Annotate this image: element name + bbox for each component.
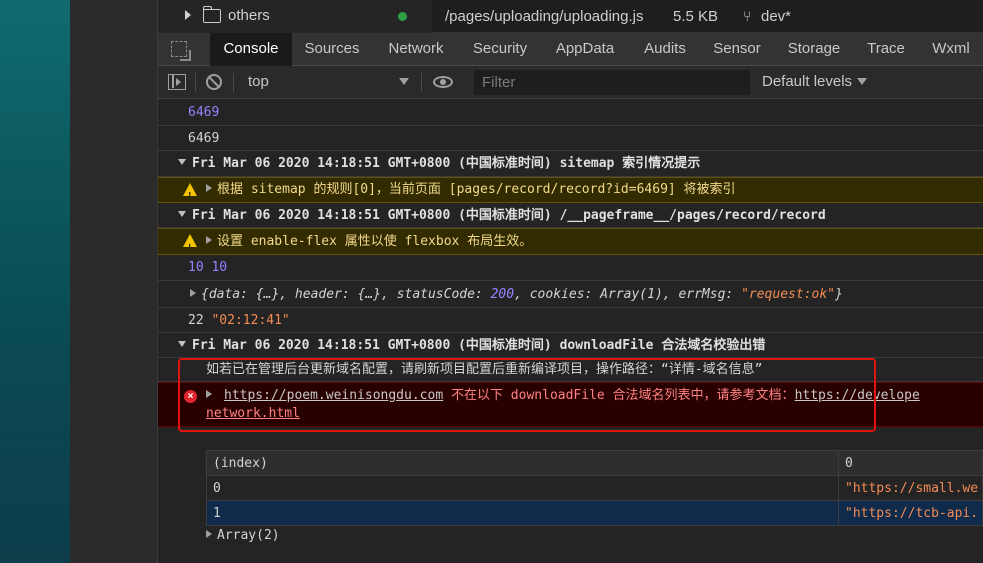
error-icon: × bbox=[184, 390, 197, 403]
docs-link-continued[interactable]: network.html bbox=[206, 406, 300, 421]
table-header-cell[interactable]: (index) bbox=[206, 450, 839, 476]
console-log-row: 6469 bbox=[158, 126, 983, 151]
collapse-arrow-icon[interactable] bbox=[178, 211, 186, 217]
console-table: (index) 0 0 "https://small.we 1 "https:/… bbox=[206, 450, 983, 526]
info-text: 如若已在管理后台更新域名配置，请刷新项目配置后重新编译项目，操作路径：“详情-域… bbox=[206, 362, 763, 377]
collapse-arrow-icon[interactable] bbox=[178, 341, 186, 347]
log-levels-dropdown[interactable]: Default levels bbox=[762, 73, 852, 90]
console-error-row: × https://poem.weinisongdu.com 不在以下 down… bbox=[158, 382, 983, 427]
collapse-arrow-icon[interactable] bbox=[178, 159, 186, 165]
array-preview[interactable]: Array(2) bbox=[206, 528, 280, 543]
console-toolbar: top Default levels bbox=[158, 66, 983, 99]
divider bbox=[233, 73, 234, 92]
folder-icon bbox=[202, 6, 221, 23]
table-cell: "https://small.we bbox=[838, 475, 983, 501]
context-selector[interactable]: top bbox=[248, 73, 269, 90]
table-header-cell[interactable]: 0 bbox=[838, 450, 983, 476]
inspect-icon[interactable] bbox=[171, 41, 191, 61]
tab-storage[interactable]: Storage bbox=[782, 33, 846, 66]
console-log-row: 如若已在管理后台更新域名配置，请刷新项目配置后重新编译项目，操作路径：“详情-域… bbox=[158, 358, 983, 382]
group-title: Fri Mar 06 2020 14:18:51 GMT+0800 (中国标准时… bbox=[192, 156, 701, 171]
table-cell: 0 bbox=[206, 475, 839, 501]
show-sidebar-icon[interactable] bbox=[168, 74, 186, 90]
console-output: 6469 6469 Fri Mar 06 2020 14:18:51 GMT+0… bbox=[158, 100, 983, 563]
tree-item-label: others bbox=[228, 7, 270, 24]
chevron-down-icon[interactable] bbox=[399, 78, 409, 85]
log-string: "02:12:41" bbox=[211, 313, 290, 328]
warning-code: enable-flex bbox=[250, 234, 337, 249]
expand-arrow-icon[interactable] bbox=[206, 390, 212, 398]
console-log-row: 22 "02:12:41" bbox=[158, 308, 983, 333]
object-preview: } bbox=[834, 287, 843, 302]
divider bbox=[195, 73, 196, 92]
console-warning-row: 设置 enable-flex 属性以使 flexbox 布局生效。 bbox=[158, 228, 983, 261]
console-log-row: 6469 bbox=[158, 100, 983, 126]
group-title: Fri Mar 06 2020 14:18:51 GMT+0800 (中国标准时… bbox=[192, 338, 766, 353]
object-preview: , cookies: Array(1), errMsg: bbox=[514, 287, 742, 302]
expand-arrow-icon[interactable] bbox=[185, 10, 191, 20]
table-row[interactable]: 1 "https://tcb-api. bbox=[206, 500, 983, 526]
status-dot bbox=[398, 12, 407, 21]
console-group-header[interactable]: Fri Mar 06 2020 14:18:51 GMT+0800 (中国标准时… bbox=[158, 203, 983, 228]
chevron-down-icon[interactable] bbox=[857, 78, 867, 85]
error-text: 不在以下 downloadFile 合法域名列表中，请参考文档： bbox=[443, 388, 795, 403]
console-warning-row: 根据 sitemap 的规则[0]，当前页面 [pages/record/rec… bbox=[158, 177, 983, 209]
console-object-row[interactable]: {data: {…}, header: {…}, statusCode: 200… bbox=[158, 281, 983, 308]
table-cell: 1 bbox=[206, 500, 839, 526]
expand-arrow-icon[interactable] bbox=[206, 236, 212, 244]
status-code: 200 bbox=[490, 287, 515, 302]
warning-icon bbox=[183, 183, 197, 209]
tab-wxml[interactable]: Wxml bbox=[924, 33, 978, 66]
expand-arrow-icon[interactable] bbox=[206, 530, 212, 538]
table-row[interactable]: 0 "https://small.we bbox=[206, 475, 983, 501]
console-group-header[interactable]: Fri Mar 06 2020 14:18:51 GMT+0800 (中国标准时… bbox=[158, 151, 983, 177]
table-header-row: (index) 0 bbox=[206, 450, 983, 476]
tab-security[interactable]: Security bbox=[466, 33, 534, 66]
warning-code: flexbox bbox=[404, 234, 460, 249]
file-size: 5.5 KB bbox=[673, 8, 719, 25]
tab-trace[interactable]: Trace bbox=[860, 33, 912, 66]
file-path: /pages/uploading/uploading.js bbox=[445, 8, 644, 25]
console-group-header[interactable]: Fri Mar 06 2020 14:18:51 GMT+0800 (中国标准时… bbox=[158, 333, 983, 358]
warning-text-mid: 属性以使 bbox=[336, 234, 405, 249]
file-tree-item[interactable]: others bbox=[158, 0, 432, 33]
clear-console-icon[interactable] bbox=[206, 74, 222, 90]
side-panel bbox=[70, 0, 158, 563]
object-preview: {data: {…}, header: {…}, statusCode: bbox=[201, 287, 491, 302]
table-cell: "https://tcb-api. bbox=[838, 500, 983, 526]
expand-arrow-icon[interactable] bbox=[206, 184, 212, 192]
tab-sources[interactable]: Sources bbox=[298, 33, 366, 66]
log-value: 6469 bbox=[188, 131, 220, 146]
warning-icon bbox=[183, 234, 197, 261]
divider bbox=[421, 73, 422, 92]
git-branch[interactable]: dev* bbox=[761, 8, 791, 25]
docs-link[interactable]: https://develope bbox=[795, 388, 920, 403]
log-value: 10 10 bbox=[188, 260, 228, 275]
error-url-link[interactable]: https://poem.weinisongdu.com bbox=[224, 388, 443, 403]
console-log-row: 10 10 bbox=[158, 255, 983, 281]
array-label: Array(2) bbox=[217, 528, 280, 543]
devtools-panel: others /pages/uploading/uploading.js 5.5… bbox=[158, 0, 983, 563]
warning-text-pre: 设置 bbox=[217, 234, 251, 249]
warning-text-post: 布局生效。 bbox=[459, 234, 533, 249]
log-value: 6469 bbox=[188, 105, 220, 120]
log-value: 22 bbox=[188, 313, 204, 328]
tab-network[interactable]: Network bbox=[380, 33, 452, 66]
expand-arrow-icon[interactable] bbox=[190, 289, 196, 297]
eye-icon[interactable] bbox=[433, 76, 453, 88]
filter-input[interactable] bbox=[474, 70, 750, 95]
tab-audits[interactable]: Audits bbox=[636, 33, 694, 66]
devtools-tabs: Console Sources Network Security AppData… bbox=[158, 33, 983, 66]
file-bar: others /pages/uploading/uploading.js 5.5… bbox=[158, 0, 983, 33]
tab-sensor[interactable]: Sensor bbox=[708, 33, 766, 66]
tab-appdata[interactable]: AppData bbox=[548, 33, 622, 66]
group-title: Fri Mar 06 2020 14:18:51 GMT+0800 (中国标准时… bbox=[192, 208, 826, 223]
err-msg: "request:ok" bbox=[741, 287, 835, 302]
git-branch-icon: ⑂ bbox=[743, 9, 752, 25]
tab-console[interactable]: Console bbox=[210, 33, 292, 66]
warning-text: 根据 sitemap 的规则[0]，当前页面 [pages/record/rec… bbox=[217, 182, 736, 197]
desktop-background bbox=[0, 0, 70, 563]
